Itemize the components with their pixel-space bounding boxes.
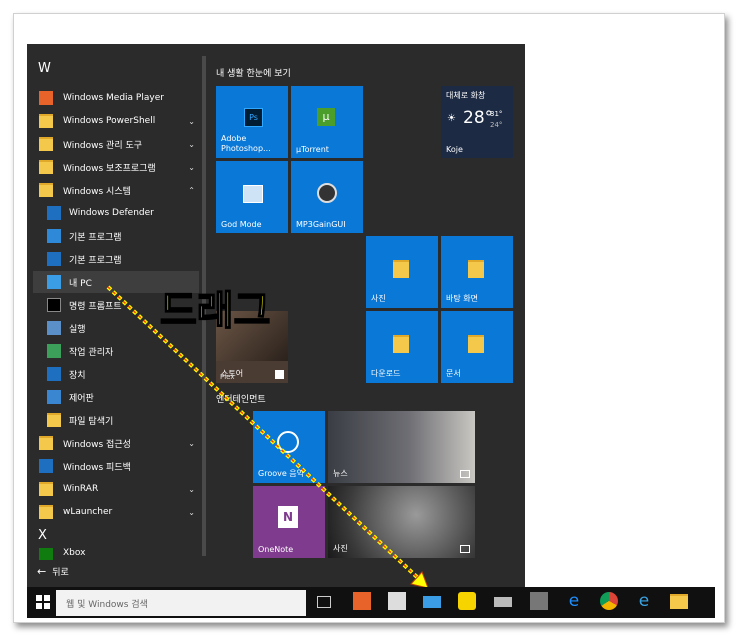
task-view-icon[interactable]: [317, 596, 331, 608]
internet-explorer-icon[interactable]: e: [635, 592, 653, 610]
drag-label: 드래그: [159, 287, 271, 335]
package-icon[interactable]: [530, 592, 548, 610]
edge-icon[interactable]: e: [565, 592, 583, 610]
drag-arrow: [106, 285, 429, 589]
windows-start-icon[interactable]: [36, 595, 50, 609]
media-player-taskbar-icon[interactable]: [353, 592, 371, 610]
this-pc-taskbar-icon[interactable]: [423, 596, 441, 608]
search-input[interactable]: 웹 및 Windows 검색: [56, 590, 306, 616]
chrome-icon[interactable]: [600, 592, 618, 610]
file-explorer-taskbar-icon[interactable]: [670, 592, 688, 610]
app-taskbar-icon[interactable]: [494, 597, 512, 607]
kakaotalk-icon[interactable]: [458, 592, 476, 610]
store-taskbar-icon[interactable]: [388, 592, 406, 610]
